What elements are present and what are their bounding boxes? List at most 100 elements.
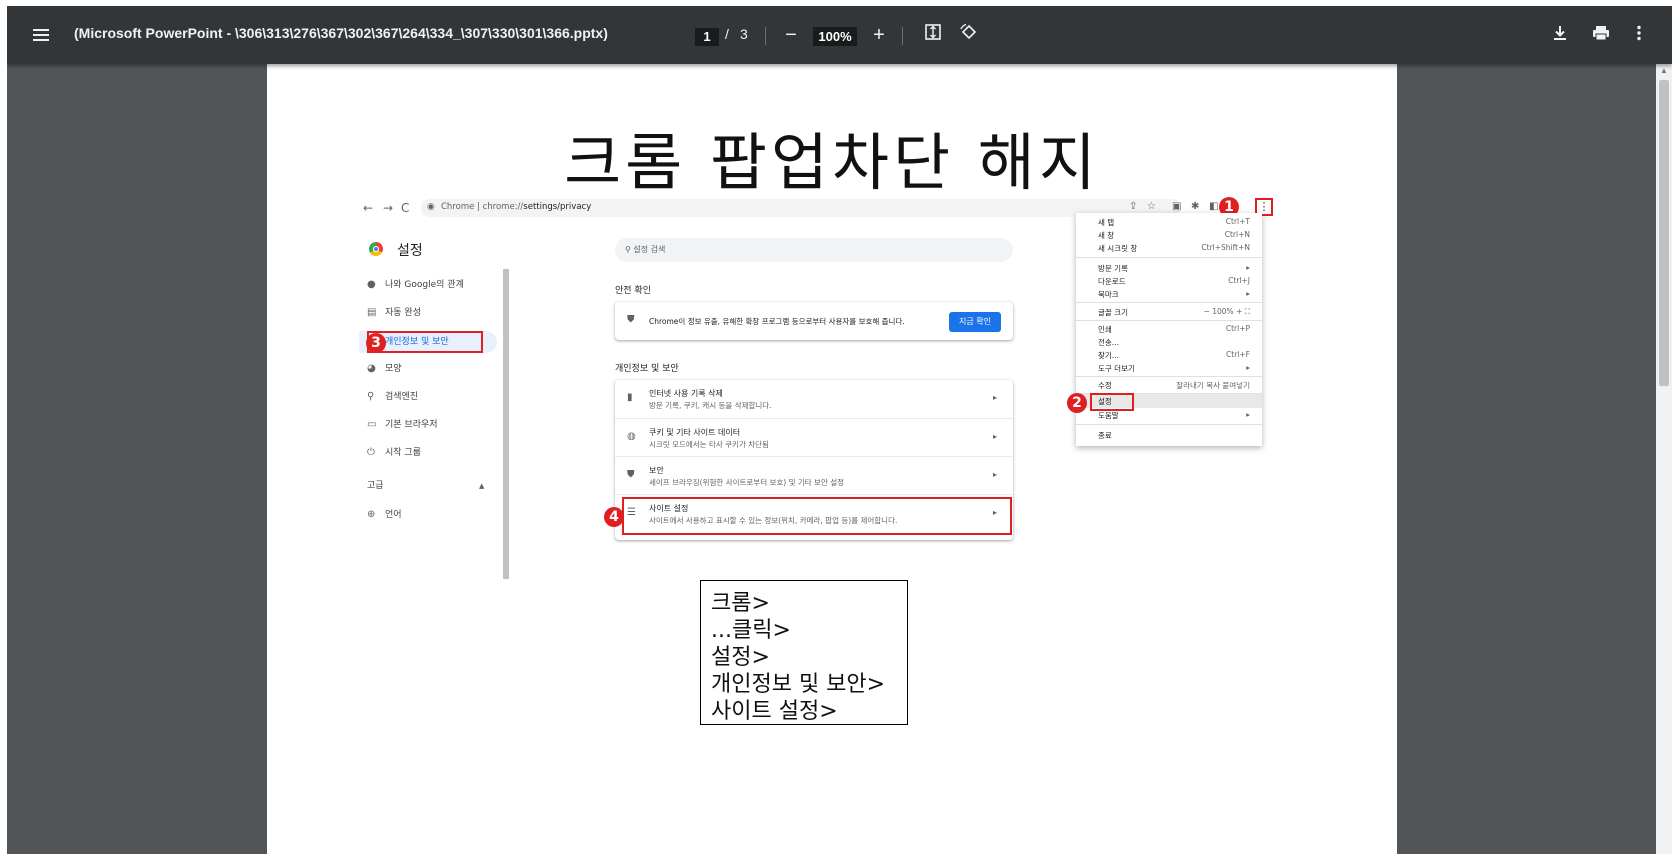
row-title: 인터넷 사용 기록 삭제: [649, 389, 723, 398]
chrome-settings-screenshot: ← → C ◉ Chrome | chrome://settings/priva…: [359, 197, 1302, 579]
page-number-input[interactable]: 1: [695, 28, 719, 46]
menu-divider: [1076, 376, 1262, 377]
menu-icon[interactable]: [31, 25, 51, 45]
sidebar-item-appearance: ◕ 모양: [367, 358, 497, 380]
download-button[interactable]: [1548, 23, 1572, 47]
settings-menu-highlight: [1090, 393, 1134, 411]
sidepanel-icon: ◧: [1209, 201, 1219, 212]
menu-shortcut: Ctrl+T: [1225, 217, 1250, 226]
menu-divider: [1076, 257, 1262, 258]
step-2-marker: 2: [1067, 393, 1087, 413]
zoom-input[interactable]: 100%: [813, 27, 857, 46]
toolbar-divider: [765, 27, 766, 45]
search-icon: ⚲: [367, 391, 375, 402]
sidebar-item-advanced: 고급 ▲: [367, 475, 497, 497]
safety-check-card: ⛊ Chrome이 정보 유출, 유해한 확장 프로그램 등으로부터 사용자를 …: [615, 302, 1013, 340]
more-vert-icon: [1637, 25, 1641, 41]
sidebar-item-languages: ⊕ 언어: [367, 504, 497, 526]
step-3-marker: 3: [366, 333, 386, 353]
chrome-dropdown-menu: 새 탭 Ctrl+T 새 창 Ctrl+N 새 시크릿 창 Ctrl+Shift…: [1076, 213, 1262, 446]
menu-item: 다운로드: [1098, 277, 1126, 286]
chevron-right-icon: ▸: [992, 470, 997, 479]
sidebar-label: 나와 Google의 관계: [385, 280, 464, 290]
cookie-icon: ◍: [627, 431, 636, 442]
settings-heading: 설정: [397, 243, 423, 259]
menu-item: 북마크: [1098, 290, 1119, 299]
menu-divider: [1076, 424, 1262, 425]
print-button[interactable]: [1589, 23, 1613, 47]
menu-shortcut: ▸: [1246, 289, 1250, 298]
reload-icon: C: [401, 201, 410, 215]
menu-item: 도구 더보기: [1098, 364, 1135, 373]
omnibox-url-scheme: chrome://: [482, 202, 524, 212]
sidebar-item-search-engine: ⚲ 검색엔진: [367, 386, 497, 408]
pdf-page: 크롬 팝업차단 해지 ← → C ◉ Chrome | chrome://set…: [267, 64, 1397, 854]
puzzle-icon: ✱: [1191, 201, 1200, 212]
scroll-up-arrow-icon[interactable]: ▲: [1658, 66, 1670, 76]
caption-line: 사이트 설정>: [711, 699, 838, 724]
power-icon: ⏻: [367, 447, 375, 458]
menu-item: 인쇄: [1098, 325, 1112, 334]
row-subtitle: 시크릿 모드에서는 타사 쿠키가 차단됨: [649, 440, 769, 449]
privacy-heading: 개인정보 및 보안: [615, 364, 679, 374]
document-title: (Microsoft PowerPoint - \306\313\276\367…: [74, 25, 608, 41]
pdf-toolbar: (Microsoft PowerPoint - \306\313\276\367…: [7, 6, 1672, 64]
safety-check-text: Chrome이 정보 유출, 유해한 확장 프로그램 등으로부터 사용자를 보호…: [649, 317, 905, 326]
sidebar-label: 시작 그룹: [385, 448, 421, 458]
menu-item: 새 창: [1098, 231, 1115, 240]
menu-shortcut: Ctrl+J: [1228, 276, 1250, 285]
menu-shortcut: − 100% + ⛶: [1203, 307, 1250, 316]
rotate-icon: [960, 23, 977, 40]
zoom-out-button[interactable]: −: [779, 23, 803, 47]
sidebar-item-default-browser: ▭ 기본 브라우저: [367, 414, 497, 436]
privacy-row: ⛊ 보안 세이프 브라우징(위험한 사이트로부터 보호) 및 기타 보안 설정 …: [615, 456, 1013, 495]
sidebar-label: 검색엔진: [385, 392, 419, 402]
more-actions-button[interactable]: [1627, 23, 1651, 47]
sidebar-label: 고급: [367, 481, 384, 491]
print-icon: [1593, 26, 1609, 41]
sidebar-item-google: ● 나와 Google의 관계: [367, 274, 497, 296]
menu-divider: [1076, 320, 1262, 321]
person-icon: ●: [367, 279, 376, 290]
row-title: 보안: [649, 466, 664, 475]
safety-check-heading: 안전 확인: [615, 286, 651, 296]
menu-item: 새 시크릿 창: [1098, 244, 1138, 253]
row-subtitle: 세이프 브라우징(위험한 사이트로부터 보호) 및 기타 보안 설정: [649, 478, 845, 487]
omnibox-prefix: Chrome |: [441, 202, 480, 212]
privacy-row: ▮ 인터넷 사용 기록 삭제 방문 기록, 쿠키, 캐시 등을 삭제합니다. ▸: [615, 380, 1013, 418]
menu-item: 새 탭: [1098, 218, 1115, 227]
shield-icon: ⛊: [627, 469, 635, 480]
chevron-right-icon: ▸: [992, 432, 997, 441]
menu-shortcut: 잘라내기 복사 붙여넣기: [1176, 381, 1250, 390]
omnibox-url: Chrome | chrome://settings/privacy: [441, 202, 591, 212]
menu-item: 전송...: [1098, 338, 1119, 347]
menu-item: 종료: [1098, 431, 1112, 440]
chrome-logo-icon: [369, 242, 383, 256]
shield-check-icon: ⛊: [627, 314, 635, 325]
menu-shortcut: Ctrl+F: [1226, 350, 1250, 359]
privacy-row: ◍ 쿠키 및 기타 사이트 데이터 시크릿 모드에서는 타사 쿠키가 차단됨 ▸: [615, 418, 1013, 457]
row-subtitle: 방문 기록, 쿠키, 캐시 등을 삭제합니다.: [649, 401, 772, 410]
omnibox-url-path: settings/privacy: [523, 202, 592, 212]
browser-icon: ▭: [367, 419, 377, 430]
chevron-right-icon: ▸: [992, 393, 997, 402]
menu-shortcut: ▸: [1246, 410, 1250, 419]
sidebar-label: 자동 완성: [385, 308, 421, 318]
menu-shortcut: ▸: [1246, 363, 1250, 372]
settings-search: ⚲ 설정 검색: [615, 238, 1013, 262]
scrollbar-thumb[interactable]: [1659, 80, 1669, 386]
sidebar-item-startup: ⏻ 시작 그룹: [367, 442, 497, 464]
menu-item: 수정: [1098, 381, 1112, 390]
zoom-in-button[interactable]: +: [867, 23, 891, 47]
rotate-button[interactable]: [957, 23, 981, 47]
chevron-up-icon: ▲: [479, 482, 485, 490]
fit-page-button[interactable]: [921, 23, 945, 47]
menu-shortcut: Ctrl+N: [1224, 230, 1250, 239]
star-icon: ☆: [1147, 201, 1156, 212]
globe-icon: ⊕: [367, 509, 376, 520]
menu-shortcut: ▸: [1246, 263, 1250, 272]
sidebar-label: 기본 브라우저: [385, 420, 438, 430]
download-icon: [1554, 26, 1566, 40]
fit-page-icon: [925, 24, 941, 40]
back-icon: ←: [363, 201, 374, 215]
